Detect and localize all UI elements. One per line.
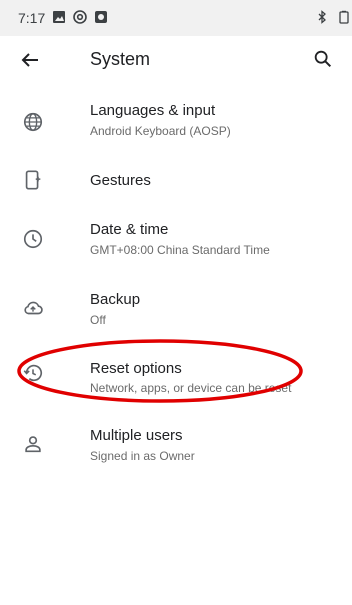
battery-icon (339, 10, 349, 24)
item-subtitle: GMT+08:00 China Standard Time (90, 243, 270, 257)
settings-item-date-time[interactable]: Date & time GMT+08:00 China Standard Tim… (0, 218, 352, 278)
search-icon[interactable] (312, 48, 334, 70)
item-title: Gestures (90, 172, 151, 189)
app-notification-icon (95, 11, 107, 23)
settings-item-gestures[interactable]: Gestures (0, 160, 352, 220)
at-notification-icon (73, 10, 87, 24)
restore-icon (23, 364, 42, 382)
item-subtitle: Signed in as Owner (90, 449, 195, 463)
item-subtitle: Android Keyboard (AOSP) (90, 124, 231, 138)
gestures-icon (25, 170, 41, 190)
item-title: Languages & input (90, 102, 216, 119)
settings-item-reset-options[interactable]: Reset options Network, apps, or device c… (0, 351, 352, 411)
clock-icon (23, 229, 43, 249)
bluetooth-icon (318, 10, 326, 24)
status-time: 7:17 (18, 10, 46, 26)
person-icon (25, 436, 41, 453)
settings-item-multiple-users[interactable]: Multiple users Signed in as Owner (0, 420, 352, 480)
image-notification-icon (53, 11, 65, 23)
item-title: Reset options (90, 360, 182, 377)
item-subtitle: Off (90, 313, 106, 327)
system-status-icons (315, 10, 351, 24)
status-bar: 7:17 (0, 0, 352, 36)
back-arrow-icon[interactable] (18, 48, 42, 72)
cloud-upload-icon (24, 301, 43, 315)
item-title: Backup (90, 291, 141, 308)
settings-item-backup[interactable]: Backup Off (0, 285, 352, 345)
page-title: System (90, 49, 151, 69)
item-title: Date & time (90, 221, 169, 238)
app-bar: System (0, 36, 352, 84)
notification-icons (52, 10, 108, 24)
item-title: Multiple users (90, 427, 183, 444)
settings-item-languages[interactable]: Languages & input Android Keyboard (AOSP… (0, 96, 352, 156)
item-subtitle: Network, apps, or device can be reset (90, 381, 292, 395)
globe-icon (23, 112, 43, 132)
